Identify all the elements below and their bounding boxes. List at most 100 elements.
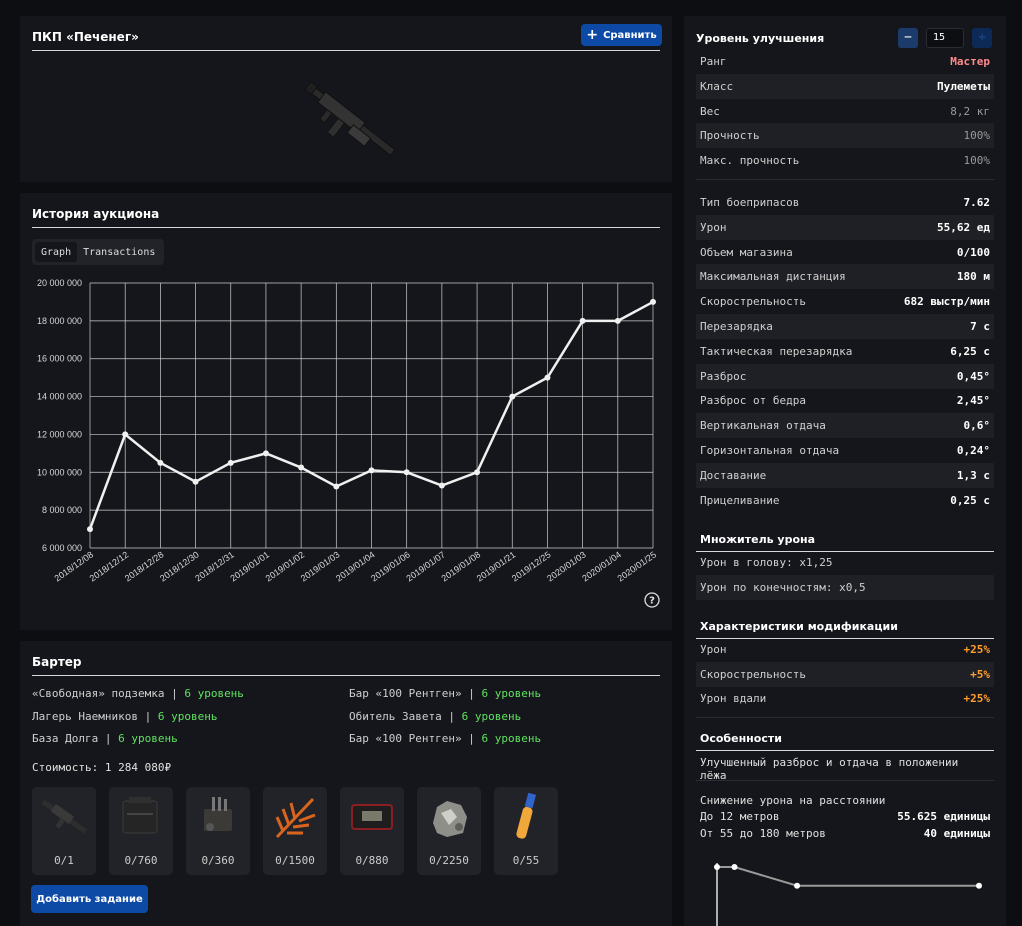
price-point bbox=[544, 374, 551, 381]
separator: | bbox=[448, 710, 455, 723]
add-task-button[interactable]: Добавить задание bbox=[31, 885, 148, 913]
item-count: 0/2250 bbox=[429, 854, 469, 867]
stat-label: Вертикальная отдача bbox=[700, 419, 826, 433]
weapon-stat-row: Тип боеприпасов 7.62 bbox=[696, 190, 994, 215]
barter-item[interactable]: 0/880 bbox=[340, 787, 404, 875]
compare-button[interactable]: + Сравнить bbox=[581, 24, 662, 46]
price-history-chart: 6 000 000 8 000 000 10 000 000 12 000 000 14… bbox=[37, 278, 659, 583]
falloff-value: 55.625 единицы bbox=[897, 810, 990, 823]
barter-level: 6 уровень bbox=[184, 687, 244, 700]
price-point bbox=[333, 483, 340, 490]
head-damage-text: Урон в голову: x1,25 bbox=[700, 556, 833, 569]
stat-value: 682 выстр/мин bbox=[903, 295, 990, 309]
stat-value: 0,45° bbox=[956, 369, 990, 383]
item-count: 0/1 bbox=[54, 854, 74, 867]
compare-label: Сравнить bbox=[603, 29, 657, 41]
barter-panel: Бартер «Свободная» подземка | 6 уровень … bbox=[20, 641, 672, 926]
weapon-stat-row: Разброс от бедра 2,45° bbox=[696, 388, 994, 413]
y-tick-label: 14 000 000 bbox=[37, 392, 82, 402]
stat-value: +25% bbox=[963, 643, 991, 656]
head-damage-row: Урон в голову: x1,25 bbox=[696, 550, 994, 575]
stat-label: Перезарядка bbox=[700, 320, 773, 333]
price-point bbox=[87, 526, 93, 533]
stat-label: Урон bbox=[700, 643, 727, 656]
barter-level: 6 уровень bbox=[481, 687, 542, 700]
stat-label: Класс bbox=[700, 79, 734, 93]
barter-place: «Свободная» подземка bbox=[32, 687, 165, 700]
upgrade-minus-button[interactable]: − bbox=[898, 28, 918, 48]
mod-stat-row: Урон +25% bbox=[696, 637, 994, 662]
price-point bbox=[227, 459, 234, 466]
stat-value: 180 м bbox=[956, 270, 990, 284]
stat-value: Мастер bbox=[950, 55, 990, 68]
separator: | bbox=[468, 732, 475, 745]
upgrade-level-input[interactable]: 15 bbox=[926, 28, 964, 48]
price-point bbox=[614, 317, 621, 324]
item-count: 0/760 bbox=[124, 854, 158, 867]
upgrade-plus-button[interactable]: + bbox=[972, 28, 992, 48]
stat-value: 100% bbox=[963, 154, 991, 168]
stats-panel: Уровень улучшения − 15 + Ранг Мастер Класс… bbox=[684, 16, 1006, 926]
price-point bbox=[509, 393, 516, 400]
y-tick-label: 12 000 000 bbox=[37, 429, 82, 439]
stat-label: Урон bbox=[700, 220, 727, 234]
basic-stat-row: Ранг Мастер bbox=[696, 49, 994, 74]
divider bbox=[696, 179, 994, 180]
stat-label: Максимальная дистанция bbox=[700, 270, 846, 284]
barter-item[interactable]: 0/55 bbox=[494, 787, 558, 875]
damage-falloff-chart bbox=[714, 863, 982, 926]
tab-transactions[interactable]: Transactions bbox=[77, 242, 161, 262]
barter-location: Бар «100 Рентген» | 6 уровень bbox=[349, 687, 541, 700]
fern-icon bbox=[275, 797, 316, 839]
features-text: Улучшенный разброс и отдача в положении … bbox=[700, 756, 959, 782]
stat-value: 2,45° bbox=[956, 394, 990, 408]
price-point bbox=[298, 464, 305, 471]
barter-place: Обитель Завета bbox=[349, 710, 442, 723]
auction-title: История аукциона bbox=[32, 207, 660, 228]
page-title: ПКП «Печенег» bbox=[32, 30, 660, 51]
price-point bbox=[403, 469, 410, 476]
stat-label: Скорострельность bbox=[700, 295, 806, 309]
stat-value: 0,24° bbox=[956, 444, 990, 457]
stat-label: Разброс от бедра bbox=[700, 394, 806, 408]
ammo-box-icon bbox=[122, 797, 158, 834]
barter-item[interactable]: 0/2250 bbox=[417, 787, 481, 875]
barter-item[interactable]: 0/360 bbox=[186, 787, 250, 875]
price-point bbox=[262, 450, 269, 457]
mod-stat-row: Урон вдали +25% bbox=[696, 686, 994, 711]
x-tick-label: 2020/01/25 bbox=[616, 549, 659, 583]
stat-value: 8,2 кг bbox=[950, 104, 990, 118]
falloff-value: 40 единицы bbox=[923, 827, 990, 840]
weapon-image bbox=[304, 80, 395, 156]
barter-item[interactable]: 0/1500 bbox=[263, 787, 327, 875]
mechanism-icon bbox=[204, 797, 232, 831]
weapon-stat-row: Перезарядка 7 с bbox=[696, 314, 994, 339]
barter-item[interactable]: 0/1 bbox=[32, 787, 96, 875]
item-count: 0/1500 bbox=[275, 854, 315, 867]
features-title: Особенности bbox=[696, 732, 994, 751]
stat-label: Объем магазина bbox=[700, 245, 793, 259]
falloff-label: От 55 до 180 метров bbox=[700, 827, 826, 840]
question-circle-icon[interactable]: ? bbox=[644, 592, 660, 608]
barter-location: Обитель Завета | 6 уровень bbox=[349, 710, 521, 723]
weapon-stat-row: Прицеливание 0,25 с bbox=[696, 488, 994, 513]
stat-value: 0,25 с bbox=[950, 493, 990, 507]
plus-icon: + bbox=[586, 27, 599, 43]
barter-cost: Стоимость: 1 284 080₽ bbox=[32, 761, 172, 774]
stat-value: 7 с bbox=[970, 320, 990, 333]
price-point bbox=[122, 431, 129, 438]
chart-tabs: Graph Transactions bbox=[32, 239, 165, 265]
falloff-point bbox=[794, 882, 801, 889]
stat-label: Вес bbox=[700, 104, 720, 118]
separator: | bbox=[468, 687, 475, 700]
tab-graph[interactable]: Graph bbox=[35, 242, 78, 262]
stat-label: Скорострельность bbox=[700, 667, 806, 681]
falloff-line bbox=[717, 866, 979, 887]
barter-item[interactable]: 0/760 bbox=[109, 787, 173, 875]
stat-value: 0/100 bbox=[956, 245, 990, 259]
stat-value: 1,3 с bbox=[956, 468, 990, 482]
item-count: 0/55 bbox=[512, 854, 540, 867]
stat-value: Пулеметы bbox=[937, 79, 990, 93]
divider bbox=[696, 717, 994, 718]
stat-value: 55,62 ед bbox=[937, 220, 990, 234]
